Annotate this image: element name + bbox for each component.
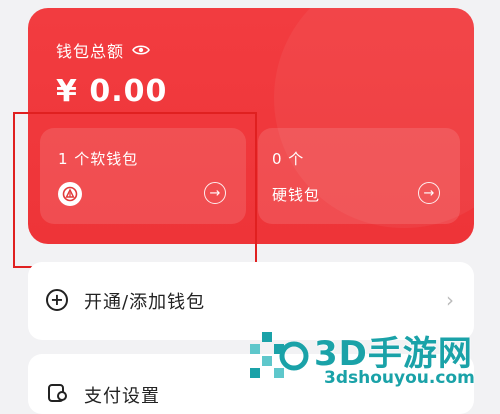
wallet-total-label: 钱包总额: [56, 42, 125, 61]
plus-circle-icon: +: [46, 289, 68, 311]
hard-wallet-label: 硬钱包: [272, 186, 321, 204]
watermark-logo: [250, 332, 309, 378]
arrow-right-circle-icon[interactable]: →: [418, 182, 440, 204]
site-watermark: 3D手游网 3dshouyou.com: [240, 320, 500, 400]
chevron-right-icon: ›: [446, 288, 454, 312]
hard-wallet-count: 0 个: [272, 150, 305, 168]
wallet-total-header: 钱包总额: [56, 38, 150, 62]
watermark-url: 3dshouyou.com: [324, 368, 475, 388]
hard-wallet-card[interactable]: 0 个 硬钱包 →: [258, 128, 460, 224]
wallet-total-amount: ¥ 0.00: [56, 74, 168, 109]
eye-icon[interactable]: [132, 44, 150, 56]
open-add-wallet-label: 开通/添加钱包: [84, 292, 206, 313]
highlight-box: [13, 112, 257, 268]
pay-settings-icon: [48, 384, 67, 402]
pay-settings-label: 支付设置: [84, 386, 160, 407]
